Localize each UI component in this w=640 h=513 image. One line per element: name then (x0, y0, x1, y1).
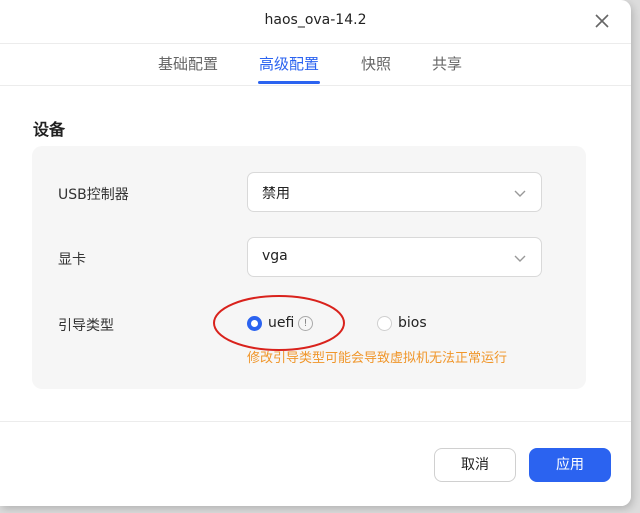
dialog-titlebar: haos_ova-14.2 (0, 0, 631, 44)
chevron-down-icon (514, 255, 526, 262)
boot-type-label: 引导类型 (58, 318, 114, 334)
dialog-title: haos_ova-14.2 (264, 12, 367, 28)
tab-snapshot[interactable]: 快照 (361, 53, 391, 74)
vm-settings-dialog: haos_ova-14.2 基础配置 高级配置 快照 共享 设备 USB控制器 … (0, 0, 631, 506)
tab-advanced-config[interactable]: 高级配置 (259, 53, 319, 74)
tab-basic-config[interactable]: 基础配置 (158, 53, 218, 74)
usb-controller-select[interactable]: 禁用 (247, 172, 542, 212)
tab-share[interactable]: 共享 (432, 53, 462, 74)
apply-button[interactable]: 应用 (529, 448, 611, 482)
boot-bios-label: bios (398, 315, 427, 331)
annotation-circle (213, 295, 345, 351)
chevron-down-icon (514, 190, 526, 197)
close-icon[interactable] (593, 12, 611, 30)
cancel-button[interactable]: 取消 (434, 448, 516, 482)
radio-dot (377, 316, 392, 331)
gpu-label: 显卡 (58, 252, 86, 268)
active-tab-indicator (258, 81, 320, 84)
section-title-devices: 设备 (33, 120, 66, 139)
dialog-footer: 取消 应用 (0, 421, 631, 506)
tab-bar: 基础配置 高级配置 快照 共享 (0, 44, 631, 86)
usb-controller-value: 禁用 (262, 186, 290, 202)
gpu-select[interactable]: vga (247, 237, 542, 277)
gpu-value: vga (262, 248, 288, 264)
usb-controller-label: USB控制器 (58, 187, 129, 203)
